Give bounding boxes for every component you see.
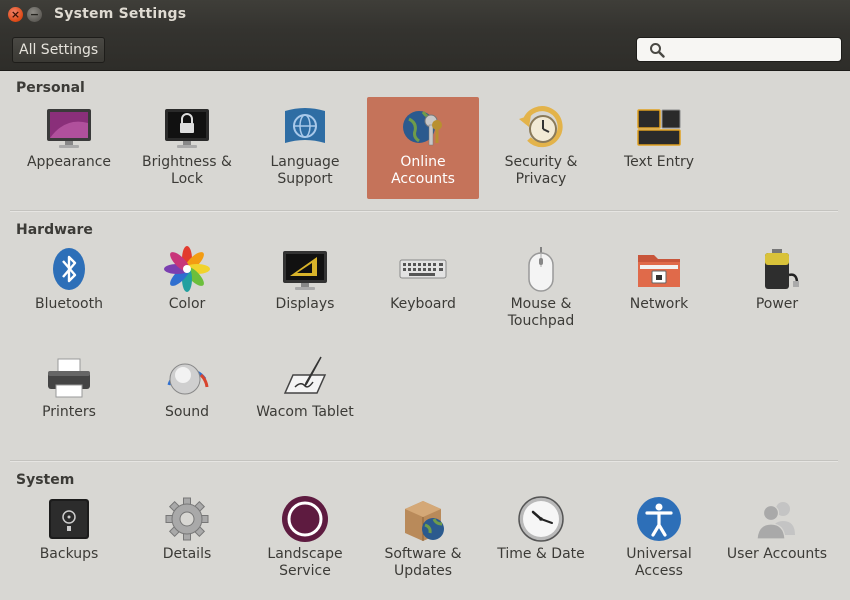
item-mouse-touchpad[interactable]: Mouse & Touchpad xyxy=(485,239,597,341)
item-label: Appearance xyxy=(26,154,112,170)
all-settings-button[interactable]: All Settings xyxy=(12,37,106,63)
item-language-support[interactable]: Language Support xyxy=(249,97,361,199)
item-label: Bluetooth xyxy=(35,296,103,312)
landscape-icon xyxy=(282,496,328,542)
item-label: Landscape Service xyxy=(267,546,343,579)
sound-icon xyxy=(167,363,209,395)
item-appearance[interactable]: Appearance xyxy=(13,97,125,199)
item-label: Details xyxy=(162,546,212,562)
bluetooth-icon xyxy=(53,248,85,290)
item-user-accounts[interactable]: User Accounts xyxy=(721,489,833,591)
item-label: Network xyxy=(629,296,689,312)
item-label: User Accounts xyxy=(726,546,828,562)
item-label: Displays xyxy=(275,296,335,312)
power-icon xyxy=(765,249,799,289)
item-label: Online Accounts xyxy=(391,154,455,187)
item-label: Sound xyxy=(164,404,210,420)
item-online-accounts[interactable]: Online Accounts xyxy=(367,97,479,199)
network-icon xyxy=(638,255,680,287)
minimize-window-button[interactable]: − xyxy=(27,7,42,22)
search-field[interactable] xyxy=(636,37,842,62)
clock-icon xyxy=(518,496,564,542)
close-window-button[interactable]: × xyxy=(8,7,23,22)
item-printers[interactable]: Printers xyxy=(13,347,125,449)
item-landscape-service[interactable]: Landscape Service xyxy=(249,489,361,591)
online-accounts-icon xyxy=(403,111,442,146)
item-label: Text Entry xyxy=(623,154,694,170)
item-color[interactable]: Color xyxy=(131,239,243,341)
search-icon xyxy=(650,43,665,58)
item-label: Keyboard xyxy=(390,296,456,312)
window-title: System Settings xyxy=(54,6,187,22)
item-sound[interactable]: Sound xyxy=(131,347,243,449)
item-label: Mouse & Touchpad xyxy=(507,296,575,329)
settings-panel: Personal Appearance Brightness & Lock La… xyxy=(0,71,850,600)
item-backups[interactable]: Backups xyxy=(13,489,125,591)
color-icon xyxy=(164,246,210,292)
details-gear-icon xyxy=(165,497,209,541)
close-icon: × xyxy=(10,8,21,21)
item-wacom-tablet[interactable]: Wacom Tablet xyxy=(249,347,361,449)
section-title-hardware: Hardware xyxy=(16,222,93,238)
item-displays[interactable]: Displays xyxy=(249,239,361,341)
item-software-updates[interactable]: Software & Updates xyxy=(367,489,479,591)
item-label: Software & Updates xyxy=(384,546,462,579)
displays-icon xyxy=(283,251,327,290)
item-label: Power xyxy=(755,296,799,312)
section-title-personal: Personal xyxy=(16,80,85,96)
item-label: Security & Privacy xyxy=(504,154,578,187)
item-label: Time & Date xyxy=(497,546,585,562)
item-label: Wacom Tablet xyxy=(256,404,354,420)
item-universal-access[interactable]: Universal Access xyxy=(603,489,715,591)
wacom-tablet-icon xyxy=(283,356,327,394)
minimize-icon: − xyxy=(29,8,40,21)
item-text-entry[interactable]: Text Entry xyxy=(603,97,715,199)
item-bluetooth[interactable]: Bluetooth xyxy=(13,239,125,341)
item-power[interactable]: Power xyxy=(721,239,833,341)
brightness-lock-icon xyxy=(165,109,209,148)
item-time-date[interactable]: Time & Date xyxy=(485,489,597,591)
security-privacy-icon xyxy=(519,106,563,148)
item-label: Language Support xyxy=(270,154,340,187)
universal-access-icon xyxy=(637,497,681,541)
item-network[interactable]: Network xyxy=(603,239,715,341)
section-divider xyxy=(10,460,838,462)
item-keyboard[interactable]: Keyboard xyxy=(367,239,479,341)
backups-icon xyxy=(49,499,89,539)
item-label: Universal Access xyxy=(626,546,692,579)
keyboard-icon xyxy=(399,259,447,279)
software-updates-icon xyxy=(405,501,444,541)
mouse-icon xyxy=(528,247,554,292)
section-divider xyxy=(10,210,838,212)
item-label: Printers xyxy=(42,404,96,420)
appearance-icon xyxy=(47,109,91,148)
item-label: Color xyxy=(168,296,206,312)
printer-icon xyxy=(48,358,90,398)
item-label: Brightness & Lock xyxy=(142,154,232,187)
item-details[interactable]: Details xyxy=(131,489,243,591)
item-brightness-lock[interactable]: Brightness & Lock xyxy=(131,97,243,199)
system-settings-window: × − System Settings All Settings Persona… xyxy=(0,0,850,600)
text-entry-icon xyxy=(637,109,681,146)
item-security-privacy[interactable]: Security & Privacy xyxy=(485,97,597,199)
user-accounts-icon xyxy=(756,502,795,540)
language-support-icon xyxy=(285,108,325,143)
item-label: Backups xyxy=(39,546,99,562)
section-title-system: System xyxy=(16,472,75,488)
toolbar: All Settings xyxy=(0,30,850,71)
titlebar: × − System Settings xyxy=(0,0,850,30)
